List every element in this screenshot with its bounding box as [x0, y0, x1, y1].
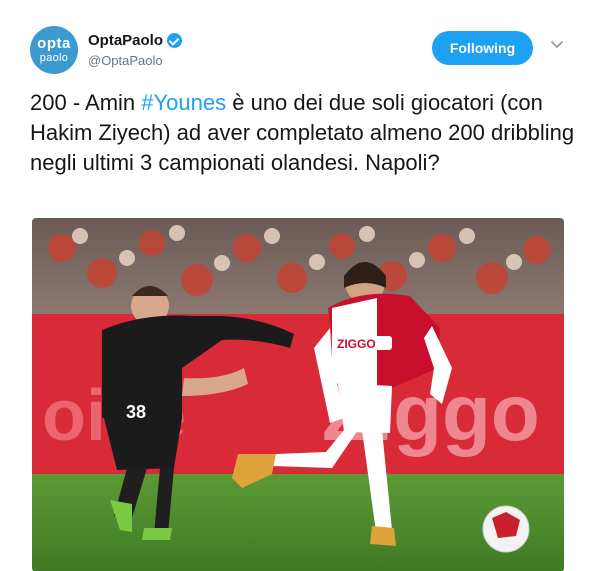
avatar[interactable]: opta paolo	[30, 26, 78, 74]
chevron-down-icon[interactable]	[550, 38, 564, 52]
tweet-photo[interactable]: oiee Ziggo 38	[32, 218, 564, 571]
name-row: OptaPaolo	[88, 32, 183, 49]
kit-sponsor: ZIGGO	[337, 337, 376, 351]
tweet-text: 200 - Amin #Younes è uno dei due soli gi…	[30, 88, 575, 178]
photo-scene: oiee Ziggo 38	[32, 218, 564, 571]
verified-badge-icon	[167, 33, 183, 48]
avatar-text-top: opta	[37, 35, 71, 52]
shirt-number: 38	[126, 402, 146, 422]
following-button[interactable]: Following	[432, 31, 533, 65]
avatar-text-bottom: paolo	[39, 52, 69, 64]
tweet-card: opta paolo OptaPaolo @OptaPaolo Followin…	[0, 0, 600, 571]
display-name[interactable]: OptaPaolo	[88, 32, 163, 49]
user-handle[interactable]: @OptaPaolo	[88, 53, 163, 68]
hashtag-link[interactable]: #Younes	[141, 90, 226, 115]
tweet-text-prefix: 200 - Amin	[30, 90, 142, 115]
